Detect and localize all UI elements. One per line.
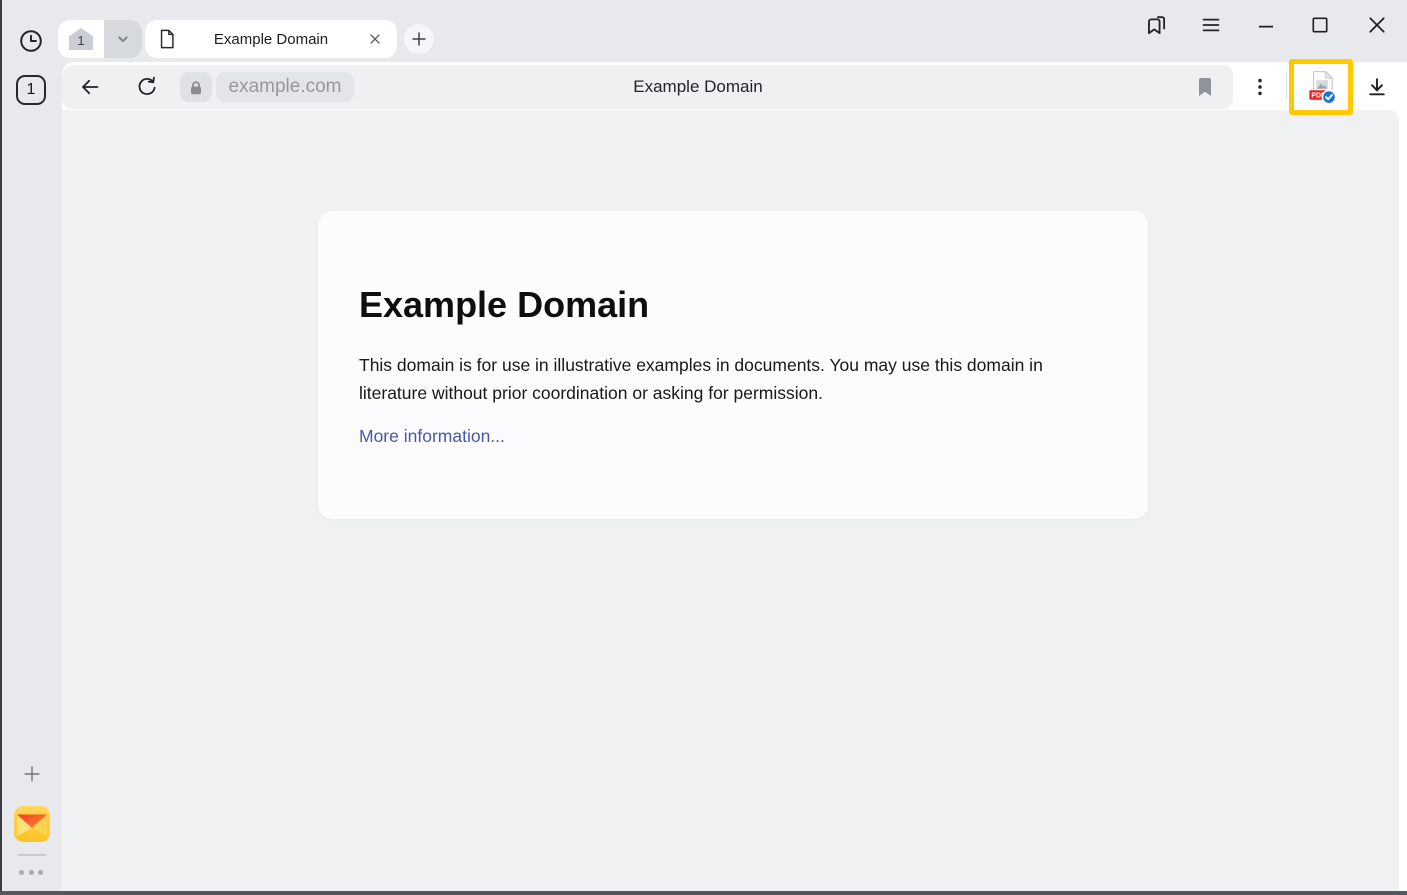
sidebar-add-button[interactable] <box>21 763 43 785</box>
reload-button[interactable] <box>135 75 159 99</box>
page-actions-button[interactable] <box>1248 75 1272 99</box>
back-button[interactable] <box>78 75 102 99</box>
lock-icon <box>187 78 205 96</box>
bookmark-page-button[interactable] <box>1197 77 1213 97</box>
tab-group-control: 1 <box>58 20 142 58</box>
window-bottom-edge <box>0 891 1407 895</box>
page-heading: Example Domain <box>359 285 1148 325</box>
pdf-extension-button-highlighted[interactable]: PDF <box>1289 59 1353 115</box>
close-window-button[interactable] <box>1364 12 1390 38</box>
reload-icon <box>135 75 159 99</box>
yandex-mail-app-button[interactable] <box>14 806 50 842</box>
new-tab-button[interactable] <box>404 24 434 54</box>
maximize-icon <box>1307 12 1333 38</box>
browser-window: 1 Example Domain <box>0 0 1407 895</box>
close-icon <box>1364 12 1390 38</box>
arrow-left-icon <box>78 75 102 99</box>
tab-group-badge: 1 <box>69 28 93 50</box>
hamburger-menu-icon <box>1199 13 1223 37</box>
clock-history-icon <box>17 27 45 55</box>
sidebar-divider <box>18 854 46 856</box>
toolbar-divider <box>1286 73 1287 99</box>
tab-group-dropdown[interactable] <box>104 20 142 58</box>
sidebar-tab-count[interactable]: 1 <box>16 75 46 105</box>
main-menu-button[interactable] <box>1198 12 1224 38</box>
plus-icon <box>408 28 430 50</box>
url-field[interactable]: example.com <box>216 72 354 102</box>
kebab-menu-icon <box>1248 75 1272 99</box>
minimize-window-button[interactable] <box>1253 12 1279 38</box>
history-button[interactable] <box>17 27 45 55</box>
download-icon <box>1365 75 1389 99</box>
tab-example-domain[interactable]: Example Domain <box>145 20 397 58</box>
tab-title: Example Domain <box>177 31 365 48</box>
downloads-button[interactable] <box>1365 75 1389 99</box>
bookmarks-panel-button[interactable] <box>1143 12 1169 38</box>
window-left-edge <box>0 0 2 895</box>
mail-envelope-icon <box>14 806 50 842</box>
more-information-link[interactable]: More information... <box>359 426 505 447</box>
bookmarks-panel-icon <box>1143 12 1169 38</box>
chevron-down-icon <box>112 28 134 50</box>
plus-icon <box>21 763 43 785</box>
site-security-button[interactable] <box>180 72 212 102</box>
tab-close-icon[interactable] <box>365 29 385 49</box>
bookmark-flag-icon <box>1197 77 1213 97</box>
page-document-icon <box>157 28 177 50</box>
example-domain-card: Example Domain This domain is for use in… <box>318 211 1148 519</box>
tab-group-button[interactable]: 1 <box>58 20 104 58</box>
browser-content-frame: example.com Example Domain <box>62 62 1407 891</box>
address-bar-page-title: Example Domain <box>558 65 838 109</box>
address-bar[interactable]: example.com Example Domain <box>62 65 1233 109</box>
minimize-icon <box>1253 12 1279 38</box>
maximize-window-button[interactable] <box>1307 12 1333 38</box>
webpage-viewport: Example Domain This domain is for use in… <box>62 110 1399 891</box>
pdf-extension-icon: PDF <box>1306 70 1336 104</box>
page-paragraph: This domain is for use in illustrative e… <box>359 352 1049 407</box>
sidebar-more-button[interactable] <box>19 869 45 875</box>
